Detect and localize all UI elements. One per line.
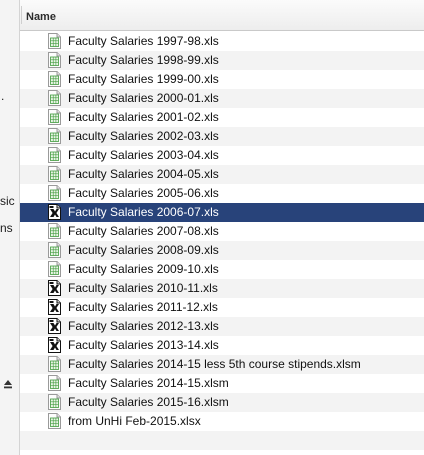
file-row[interactable]: Faculty Salaries 2000-01.xls <box>20 89 424 108</box>
finder-window: . sic ns Name Faculty Salaries 1997-98.x… <box>0 0 424 455</box>
excel-document-icon <box>48 204 61 220</box>
file-name: from UnHi Feb-2015.xlsx <box>68 414 201 428</box>
file-name: Faculty Salaries 2003-04.xls <box>68 148 219 162</box>
file-name: Faculty Salaries 1997-98.xls <box>68 34 219 48</box>
file-row[interactable]: Faculty Salaries 2001-02.xls <box>20 108 424 127</box>
file-row[interactable]: Faculty Salaries 1997-98.xls <box>20 32 424 51</box>
file-row[interactable]: Faculty Salaries 2007-08.xls <box>20 222 424 241</box>
eject-icon[interactable] <box>3 379 13 389</box>
file-name: Faculty Salaries 2005-06.xls <box>68 186 219 200</box>
file-name: Faculty Salaries 2014-15.xlsm <box>68 376 229 390</box>
excel-document-icon <box>48 280 61 296</box>
spreadsheet-icon <box>48 128 61 144</box>
spreadsheet-icon <box>48 242 61 258</box>
column-divider[interactable] <box>21 6 22 24</box>
excel-document-icon <box>48 337 61 353</box>
empty-row <box>20 431 424 450</box>
file-row[interactable]: Faculty Salaries 2013-14.xls <box>20 336 424 355</box>
file-row[interactable]: Faculty Salaries 2005-06.xls <box>20 184 424 203</box>
file-row[interactable]: Faculty Salaries 2014-15.xlsm <box>20 374 424 393</box>
spreadsheet-icon <box>48 356 61 372</box>
sidebar-item-fragment[interactable]: sic <box>0 194 15 208</box>
file-row[interactable]: Faculty Salaries 2012-13.xls <box>20 317 424 336</box>
file-name: Faculty Salaries 2008-09.xls <box>68 243 219 257</box>
spreadsheet-icon <box>48 71 61 87</box>
file-row[interactable]: Faculty Salaries 2002-03.xls <box>20 127 424 146</box>
spreadsheet-icon <box>48 166 61 182</box>
file-name: Faculty Salaries 2001-02.xls <box>68 110 219 124</box>
file-row[interactable]: Faculty Salaries 2004-05.xls <box>20 165 424 184</box>
file-row[interactable]: Faculty Salaries 2015-16.xlsm <box>20 393 424 412</box>
file-name: Faculty Salaries 1998-99.xls <box>68 53 219 67</box>
column-header-bar: Name <box>20 0 424 31</box>
empty-row <box>20 450 424 455</box>
file-name: Faculty Salaries 2015-16.xlsm <box>68 395 229 409</box>
file-name: Faculty Salaries 2004-05.xls <box>68 167 219 181</box>
file-row[interactable]: from UnHi Feb-2015.xlsx <box>20 412 424 431</box>
file-name: Faculty Salaries 2011-12.xls <box>68 300 218 314</box>
spreadsheet-icon <box>48 90 61 106</box>
file-list: Name Faculty Salaries 1997-98.xls Faculty… <box>20 0 424 455</box>
spreadsheet-icon <box>48 375 61 391</box>
file-name: Faculty Salaries 2002-03.xls <box>68 129 219 143</box>
file-row[interactable]: Faculty Salaries 2014-15 less 5th course… <box>20 355 424 374</box>
spreadsheet-icon <box>48 394 61 410</box>
file-name: Faculty Salaries 1999-00.xls <box>68 72 219 86</box>
spreadsheet-icon <box>48 52 61 68</box>
spreadsheet-icon <box>48 413 61 429</box>
file-row[interactable]: Faculty Salaries 2011-12.xls <box>20 298 424 317</box>
file-name: Faculty Salaries 2006-07.xls <box>68 205 219 219</box>
file-row[interactable]: Faculty Salaries 2003-04.xls <box>20 146 424 165</box>
spreadsheet-icon <box>48 147 61 163</box>
excel-document-icon <box>48 318 61 334</box>
spreadsheet-icon <box>48 33 61 49</box>
file-name: Faculty Salaries 2013-14.xls <box>68 338 219 352</box>
spreadsheet-icon <box>48 185 61 201</box>
sidebar: . sic ns <box>0 0 20 455</box>
name-column-header[interactable]: Name <box>26 11 56 23</box>
sidebar-item-fragment[interactable]: . <box>1 89 4 103</box>
file-name: Faculty Salaries 2010-11.xls <box>68 281 218 295</box>
file-row[interactable]: Faculty Salaries 2009-10.xls <box>20 260 424 279</box>
file-name: Faculty Salaries 2009-10.xls <box>68 262 219 276</box>
file-name: Faculty Salaries 2012-13.xls <box>68 319 219 333</box>
file-row[interactable]: Faculty Salaries 2008-09.xls <box>20 241 424 260</box>
spreadsheet-icon <box>48 109 61 125</box>
file-name: Faculty Salaries 2007-08.xls <box>68 224 219 238</box>
file-rows: Faculty Salaries 1997-98.xls Faculty Sala… <box>20 32 424 455</box>
file-row[interactable]: Faculty Salaries 2006-07.xls <box>20 203 424 222</box>
file-name: Faculty Salaries 2014-15 less 5th course… <box>68 357 361 371</box>
spreadsheet-icon <box>48 223 61 239</box>
spreadsheet-icon <box>48 261 61 277</box>
file-row[interactable]: Faculty Salaries 1999-00.xls <box>20 70 424 89</box>
sidebar-item-fragment[interactable]: ns <box>0 221 13 235</box>
file-row[interactable]: Faculty Salaries 2010-11.xls <box>20 279 424 298</box>
excel-document-icon <box>48 299 61 315</box>
file-row[interactable]: Faculty Salaries 1998-99.xls <box>20 51 424 70</box>
file-name: Faculty Salaries 2000-01.xls <box>68 91 219 105</box>
